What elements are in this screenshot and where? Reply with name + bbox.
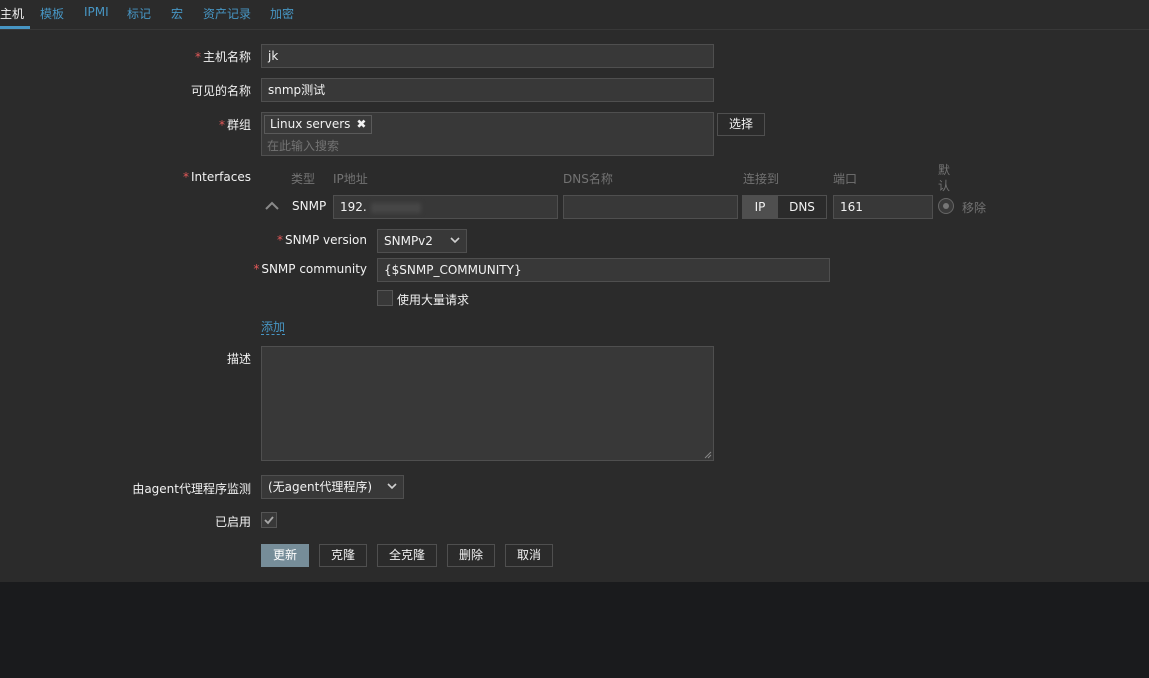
cancel-button[interactable]: 取消 [505, 544, 553, 567]
bulk-requests-checkbox[interactable] [377, 290, 393, 306]
snmp-community-label-text: SNMP community [261, 262, 367, 276]
description-label: 描述 [226, 352, 251, 366]
tab-bar: 主机 模板 IPMI 标记 宏 资产记录 加密 [0, 0, 1149, 30]
chevron-up-icon[interactable] [265, 200, 279, 214]
groups-select-button[interactable]: 选择 [717, 113, 765, 136]
required-mark: * [218, 118, 225, 132]
group-chip: Linux servers ✖ [264, 115, 373, 134]
interfaces-header-connect: 连接到 [743, 172, 780, 186]
group-chip-label: Linux servers [270, 117, 351, 131]
check-icon [264, 516, 274, 525]
bulk-requests-label: 使用大量请求 [397, 293, 470, 307]
resize-grip-icon[interactable] [704, 451, 712, 459]
default-interface-radio[interactable] [938, 198, 954, 214]
active-tab-indicator [0, 26, 30, 29]
proxy-select[interactable]: (无agent代理程序) [261, 475, 404, 499]
required-mark: * [194, 50, 201, 64]
connect-dns-toggle[interactable]: DNS [777, 195, 827, 219]
tab-macros[interactable]: 宏 [171, 5, 183, 22]
interfaces-header-type: 类型 [291, 172, 316, 186]
chevron-down-icon [387, 476, 397, 507]
update-button[interactable]: 更新 [261, 544, 309, 567]
delete-button[interactable]: 删除 [447, 544, 495, 567]
interfaces-header-ip: IP地址 [333, 172, 368, 186]
interfaces-header-port: 端口 [833, 172, 858, 186]
interfaces-label: * Interfaces [183, 170, 251, 184]
visible-name-input[interactable]: snmp测试 [261, 78, 714, 102]
tab-encryption[interactable]: 加密 [270, 5, 294, 22]
interfaces-header-default: 默认 [938, 163, 951, 193]
tab-templates[interactable]: 模板 [40, 5, 64, 22]
full-clone-button[interactable]: 全克隆 [377, 544, 437, 567]
host-form-panel: 主机 模板 IPMI 标记 宏 资产记录 加密 * 主机名称 jk 可见的名称 s… [0, 0, 1149, 582]
interfaces-label-text: Interfaces [191, 170, 251, 184]
interface-ip-input[interactable]: 192. [333, 195, 558, 219]
tab-tags[interactable]: 标记 [127, 5, 151, 22]
chip-remove-icon[interactable]: ✖ [356, 117, 366, 131]
host-name-input[interactable]: jk [261, 44, 714, 68]
groups-search-placeholder[interactable]: 在此输入搜索 [267, 137, 339, 154]
required-mark: * [277, 233, 284, 247]
interface-type: SNMP [292, 199, 327, 213]
tab-inventory[interactable]: 资产记录 [203, 5, 251, 22]
required-mark: * [183, 170, 190, 184]
radio-dot [943, 203, 949, 209]
connect-ip-toggle[interactable]: IP [742, 195, 778, 219]
blurred-region [370, 202, 421, 213]
interfaces-header-dns: DNS名称 [563, 172, 613, 186]
tab-ipmi[interactable]: IPMI [84, 5, 109, 19]
clone-button[interactable]: 克隆 [319, 544, 367, 567]
visible-name-label: 可见的名称 [190, 84, 251, 98]
interface-dns-input[interactable] [563, 195, 738, 219]
enabled-label: 已启用 [214, 515, 251, 529]
snmp-version-value: SNMPv2 [384, 234, 433, 248]
snmp-version-select[interactable]: SNMPv2 [377, 229, 467, 253]
snmp-community-label: * SNMP community [253, 262, 367, 276]
snmp-community-input[interactable]: {$SNMP_COMMUNITY} [377, 258, 830, 282]
host-name-label-text: 主机名称 [202, 50, 251, 64]
proxy-value: (无agent代理程序) [268, 480, 373, 494]
snmp-version-label-text: SNMP version [285, 233, 367, 247]
interface-port-input[interactable]: 161 [833, 195, 933, 219]
chevron-down-icon [450, 230, 460, 261]
groups-label: * 群组 [219, 116, 251, 133]
interface-remove-link[interactable]: 移除 [962, 199, 986, 216]
snmp-version-label: * SNMP version [277, 233, 367, 247]
host-name-label: * 主机名称 [195, 48, 251, 65]
description-textarea[interactable] [261, 346, 714, 461]
enabled-checkbox[interactable] [261, 512, 277, 528]
proxy-label: 由agent代理程序监测 [132, 482, 251, 496]
required-mark: * [253, 262, 260, 276]
add-interface-link[interactable]: 添加 [261, 320, 286, 335]
groups-label-text: 群组 [226, 118, 251, 132]
tab-host[interactable]: 主机 [0, 5, 24, 22]
interface-ip-value: 192. [340, 200, 367, 214]
